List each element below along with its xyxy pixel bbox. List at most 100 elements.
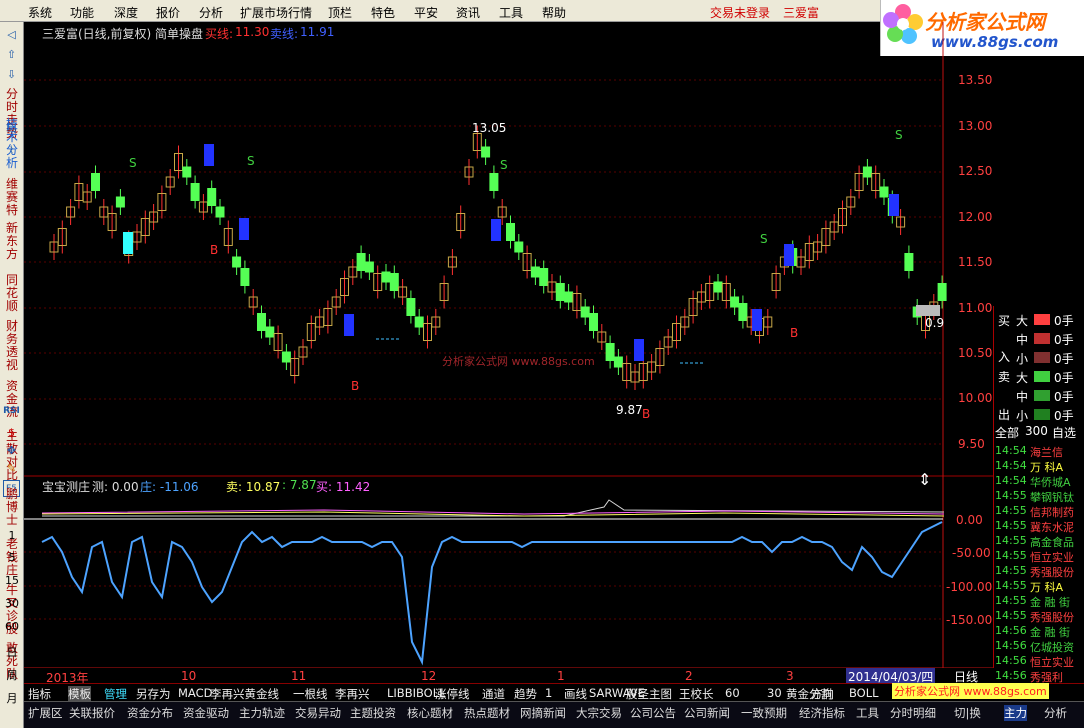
nav-tab[interactable]: 资金分布 (127, 705, 173, 721)
ticker-stock[interactable]: 海兰信 (1030, 444, 1063, 460)
down-arrow-icon[interactable]: ⇩ (3, 66, 20, 83)
indicator-tab[interactable]: 王校长 (679, 686, 714, 702)
nav-tab[interactable]: 分时明细 (890, 705, 936, 721)
menu-pingan[interactable]: 平安 (414, 4, 438, 21)
ticker-stock[interactable]: 高金食品 (1030, 534, 1074, 550)
menu-system[interactable]: 系统 (28, 4, 52, 21)
nav-tab[interactable]: 扩展区 (28, 705, 63, 721)
indicator-tab[interactable]: 指标 (28, 686, 51, 702)
indicator-tab[interactable]: MACD (178, 686, 212, 700)
menu-help[interactable]: 帮助 (542, 4, 566, 21)
move-icon[interactable]: ✥ (3, 442, 20, 459)
indicator-tab[interactable]: 1 (545, 686, 552, 700)
ticker-stock[interactable]: 金 融 街 (1030, 624, 1070, 640)
tab-pengboshi[interactable]: 鹏博士 (2, 488, 22, 527)
menu-analysis[interactable]: 分析 (199, 4, 223, 21)
nav-tab[interactable]: 主题投资 (350, 705, 396, 721)
ticker-stock[interactable]: 攀钢钒钛 (1030, 489, 1074, 505)
ticker-stock[interactable]: 万 科A (1030, 579, 1063, 595)
ticker-time: 14:54 (995, 444, 1027, 457)
ticker-stock[interactable]: 冀东水泥 (1030, 519, 1074, 535)
trade-status[interactable]: 交易未登录 (710, 4, 770, 21)
ticker-stock[interactable]: 万 科A (1030, 459, 1063, 475)
indicator-tab[interactable]: 趋势 (514, 686, 537, 702)
indicator-tab[interactable]: BOLL (849, 686, 879, 700)
indicator-tab[interactable]: 另存为 (136, 686, 171, 702)
indicator-sell: 卖: 10.87 (226, 480, 281, 494)
indicator-tab[interactable]: 30 (767, 686, 782, 700)
nav-tab[interactable]: 关联报价 (69, 705, 115, 721)
indicator-tab[interactable]: 涨停线 (435, 686, 470, 702)
indicator-tab[interactable]: 模板 (68, 686, 91, 702)
filter-all[interactable]: 全部 (995, 424, 1019, 441)
menu-tools[interactable]: 工具 (499, 4, 523, 21)
menu-extended-market[interactable]: 扩展市场行情 (240, 4, 312, 21)
ticker-stock[interactable]: 秀强股份 (1030, 609, 1074, 625)
bottom-right-analyze[interactable]: 分析 (1044, 705, 1067, 721)
period-60min[interactable]: 60 (0, 620, 24, 633)
nav-tab[interactable]: 核心题材 (407, 705, 453, 721)
nav-tab[interactable]: 热点题材 (464, 705, 510, 721)
candle-body (240, 268, 250, 286)
ticker-stock[interactable]: 秀强股份 (1030, 564, 1074, 580)
menu-top-bar[interactable]: 顶栏 (328, 4, 352, 21)
filter-watchlist[interactable]: 自选 (1052, 424, 1076, 441)
period-30min[interactable]: 30 (0, 597, 24, 610)
candle-body (91, 173, 100, 191)
nav-tab[interactable]: 大宗交易 (576, 705, 622, 721)
period-day[interactable]: 日 (0, 644, 24, 660)
nav-tab[interactable]: 资金驱动 (183, 705, 229, 721)
indicator-tab[interactable]: 60 (725, 686, 740, 700)
indicator-tab[interactable]: 管理 (104, 686, 127, 702)
period-1min[interactable]: 1 (0, 529, 24, 542)
nav-tab[interactable]: 一致预期 (741, 705, 787, 721)
period-5min[interactable]: 5 (0, 551, 24, 564)
tab-tonghuashun[interactable]: 同花顺 (2, 274, 22, 313)
ticker-stock[interactable]: 金 融 街 (1030, 594, 1070, 610)
tab-xindongfang[interactable]: 新东方 (2, 222, 22, 261)
indicator-tab[interactable]: 李再兴 (335, 686, 370, 702)
chart-icon[interactable]: ⌇ (3, 142, 20, 159)
up-arrow-icon[interactable]: ⇧ (3, 46, 20, 63)
tab-finance[interactable]: 财务透视 (2, 320, 22, 372)
nav-tab[interactable]: 公司公告 (630, 705, 676, 721)
menu-special[interactable]: 特色 (371, 4, 395, 21)
bottom-right-cut[interactable]: 切|换 (954, 705, 981, 721)
enter-label: 入 (998, 350, 1011, 364)
ticker-stock[interactable]: 华侨城A (1030, 474, 1071, 490)
zhuang-line (41, 521, 943, 666)
period-month[interactable]: 月 (0, 690, 24, 706)
bottom-right-main[interactable]: 主力 (1004, 705, 1027, 721)
menu-depth[interactable]: 深度 (114, 4, 138, 21)
ticker-stock[interactable]: 亿城投资 (1030, 639, 1074, 655)
dollar-icon[interactable]: $ (3, 424, 20, 441)
period-15min[interactable]: 15 (0, 574, 24, 587)
nav-tab[interactable]: 公司新闻 (684, 705, 730, 721)
rsi-icon[interactable]: RSI (3, 402, 20, 419)
chart-area[interactable]: 三爱富(日线,前复权) 简单操盘 买线: 11.30 卖线: 11.91 13.… (24, 22, 1084, 685)
period-week[interactable]: 周 (0, 667, 24, 683)
indicator-tab[interactable]: 股圣主图 (626, 686, 672, 702)
nav-tab[interactable]: 主力轨迹 (239, 705, 285, 721)
nav-tab[interactable]: 网摘新闻 (520, 705, 566, 721)
price-tick: 13.00 (958, 119, 993, 133)
tab-weisaite[interactable]: 维赛特 (2, 178, 22, 217)
indicator-tab[interactable]: 画线 (564, 686, 587, 702)
kline-chart-svg[interactable] (24, 22, 1084, 668)
ticker-stock[interactable]: 信邦制药 (1030, 504, 1074, 520)
ticker-stock[interactable]: 恒立实业 (1030, 654, 1074, 670)
nav-tab[interactable]: 工具 (856, 705, 879, 721)
nav-tab[interactable]: 交易异动 (295, 705, 341, 721)
indicator-tab[interactable]: 方向 (811, 686, 834, 702)
indicator-tab[interactable]: 一根线 (293, 686, 328, 702)
nav-tab[interactable]: 经济指标 (799, 705, 845, 721)
indicator-tab[interactable]: 通道 (482, 686, 505, 702)
ticker-stock[interactable]: 恒立实业 (1030, 549, 1074, 565)
pencil-icon[interactable]: ✎ (3, 460, 20, 477)
back-arrow-icon[interactable]: ◁ (3, 26, 20, 43)
menu-function[interactable]: 功能 (70, 4, 94, 21)
menu-news[interactable]: 资讯 (456, 4, 480, 21)
resize-cursor-icon[interactable]: ⇕ (918, 470, 931, 489)
indicator-tab[interactable]: 李再兴黄金线 (210, 686, 279, 702)
menu-quote[interactable]: 报价 (156, 4, 180, 21)
